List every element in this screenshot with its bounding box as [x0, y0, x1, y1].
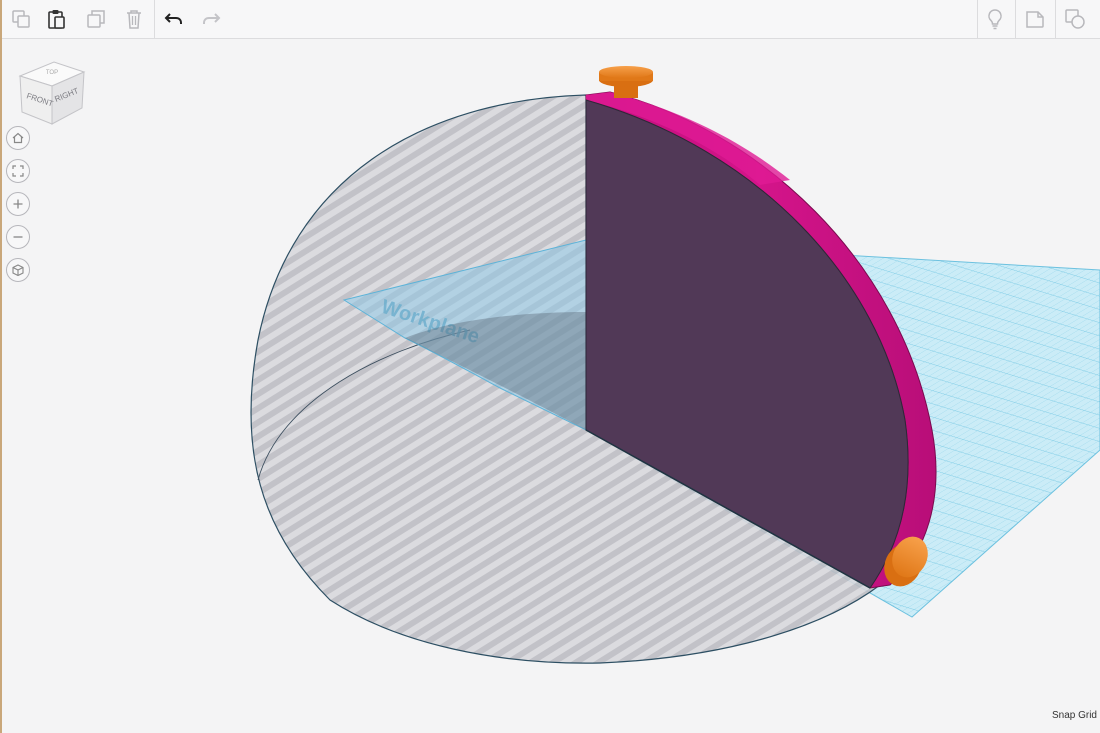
- lightbulb-icon[interactable]: [980, 4, 1010, 34]
- toolbar-divider: [1055, 0, 1056, 38]
- zoom-out-button[interactable]: [6, 225, 30, 249]
- trash-icon[interactable]: [119, 4, 149, 34]
- snap-grid-label[interactable]: Snap Grid: [1052, 710, 1097, 721]
- perspective-icon: [12, 264, 24, 277]
- zoom-out-icon: [13, 236, 23, 238]
- duplicate-icon[interactable]: [81, 4, 111, 34]
- toolbar-divider: [154, 0, 155, 38]
- view-cube[interactable]: TOP FRONT RIGHT: [18, 58, 86, 128]
- scene-canvas[interactable]: Workplane: [0, 39, 1100, 733]
- undo-arrow-icon[interactable]: [159, 4, 189, 34]
- 3d-viewport[interactable]: Workplane TOP FRONT RIGHT Snap Grid: [0, 39, 1100, 733]
- copy-icon[interactable]: [6, 4, 36, 34]
- view-cube-top-label: TOP: [46, 70, 58, 76]
- toolbar-divider: [977, 0, 978, 38]
- home-view-button[interactable]: [6, 126, 30, 150]
- zoom-in-button[interactable]: [6, 192, 30, 216]
- toolbar-divider: [1015, 0, 1016, 38]
- redo-arrow-icon[interactable]: [196, 4, 226, 34]
- paste-icon[interactable]: [42, 4, 72, 34]
- perspective-toggle-button[interactable]: [6, 258, 30, 282]
- fit-view-button[interactable]: [6, 159, 30, 183]
- fit-view-icon: [12, 165, 24, 177]
- note-shape-icon[interactable]: [1020, 4, 1050, 34]
- top-toolbar: [2, 0, 1100, 39]
- group-shapes-icon[interactable]: [1060, 4, 1090, 34]
- zoom-in-icon: [13, 199, 23, 209]
- home-icon: [12, 132, 24, 144]
